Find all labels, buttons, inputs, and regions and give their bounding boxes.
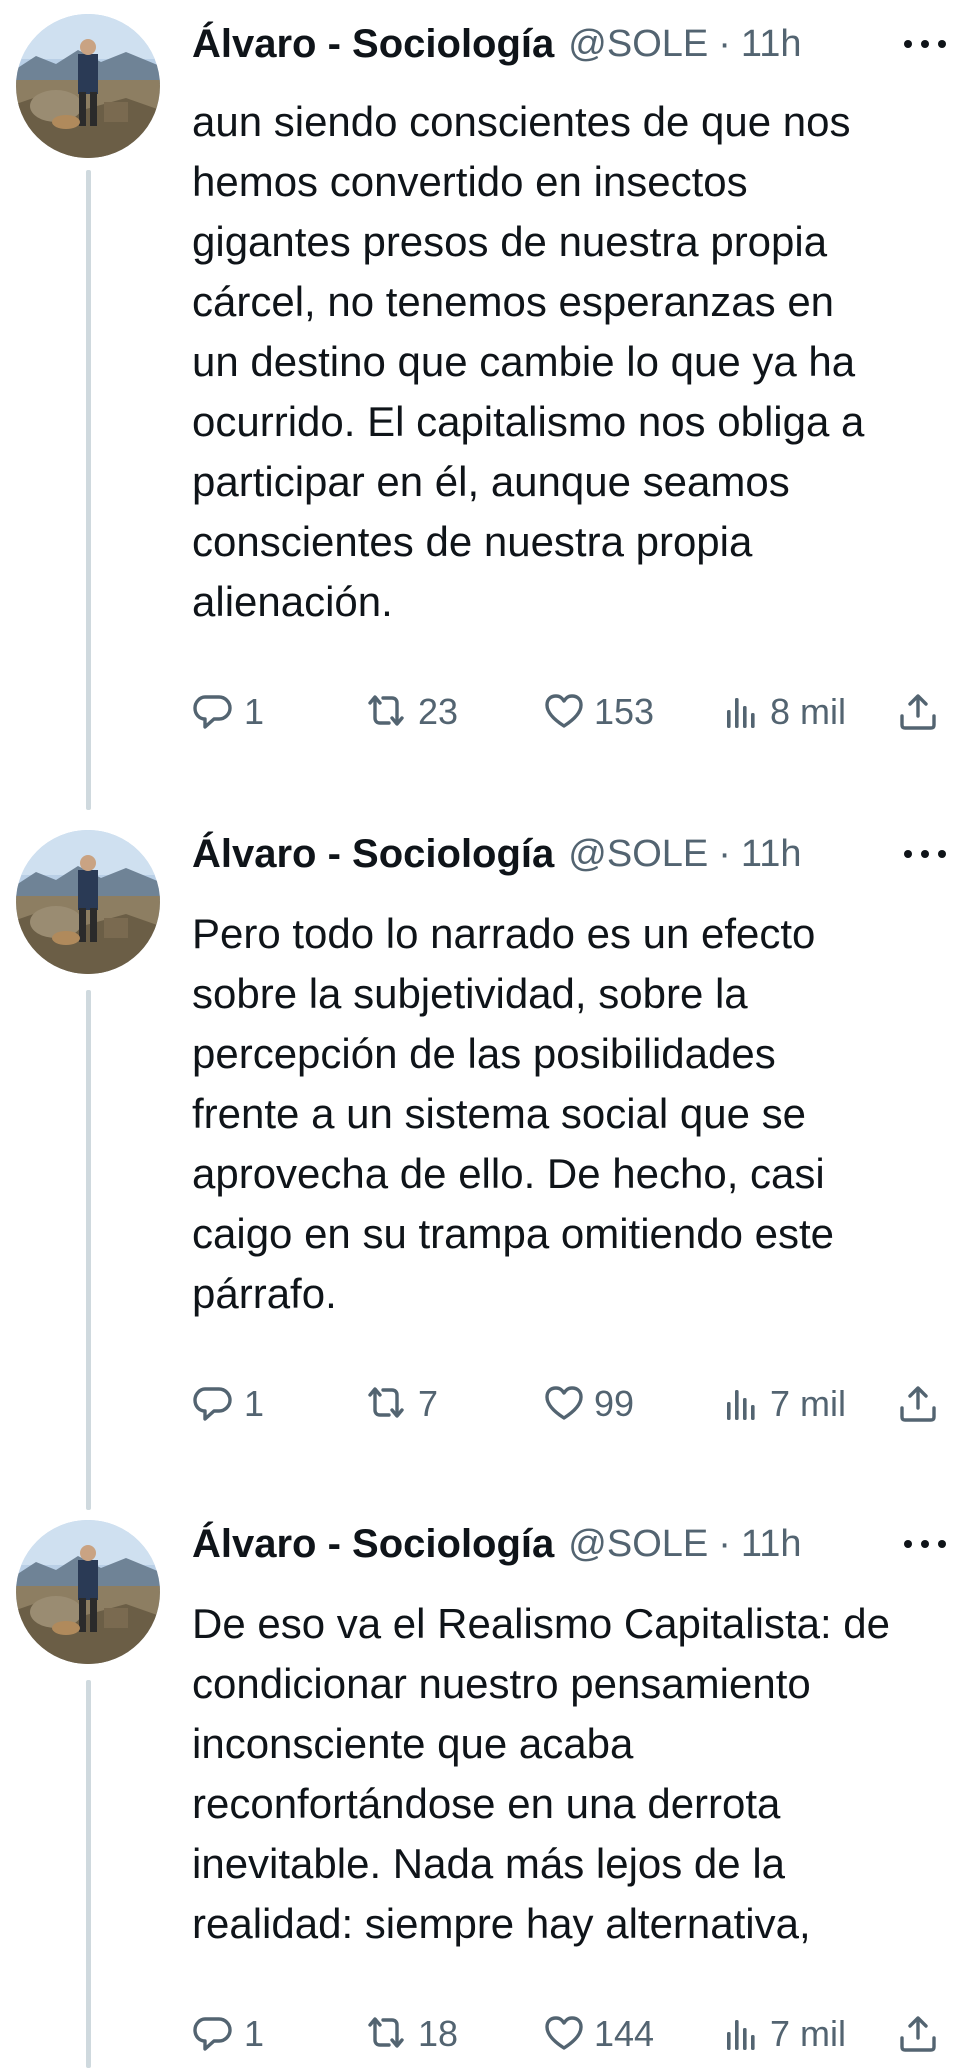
tweet-text-line: inevitable. Nada más lejos de la — [192, 1840, 786, 1887]
heart-icon — [545, 2016, 583, 2050]
tweet-header: Álvaro - Sociología @SOLE · 11h — [192, 824, 980, 884]
thread-connector-line — [86, 1680, 91, 2068]
separator-dot: · — [718, 22, 731, 65]
tweet-header: Álvaro - Sociología @SOLE · 11h — [192, 14, 980, 74]
tweet-text-line: De eso va el Realismo Capitalista: de — [192, 1600, 891, 1647]
share-button[interactable] — [898, 1374, 938, 1434]
action-bar: 1 23 153 8 mil — [192, 682, 962, 742]
retweet-button[interactable]: 18 — [364, 2004, 458, 2064]
retweet-arrows-icon — [368, 1387, 404, 1418]
tweet-text-line: realidad: siempre hay alternativa, — [192, 1900, 811, 1947]
like-button[interactable]: 144 — [544, 2004, 654, 2064]
reply-button[interactable]: 1 — [192, 1374, 264, 1434]
timestamp[interactable]: 11h — [741, 1523, 802, 1566]
share-button[interactable] — [898, 2004, 938, 2064]
share-upload-icon — [900, 694, 936, 730]
like-count: 99 — [594, 1383, 635, 1424]
reply-count: 1 — [244, 1383, 265, 1424]
tweet-text-line: Pero todo lo narrado es un efecto — [192, 910, 816, 957]
tweet-text: Pero todo lo narrado es un efecto sobre … — [192, 904, 972, 1324]
like-count: 144 — [594, 2013, 655, 2054]
tweet-text-line: percepción de las posibilidades — [192, 1030, 776, 1077]
separator-dot: · — [718, 1522, 731, 1565]
tweet[interactable]: Álvaro - Sociología @SOLE · 11h aun sien… — [0, 0, 980, 820]
tweet-text-line: sobre la subjetividad, sobre la — [192, 970, 748, 1017]
avatar[interactable] — [16, 1520, 160, 1664]
author-handle[interactable]: @SOLE — [568, 23, 708, 66]
tweet-text-line: inconsciente que acaba — [192, 1720, 634, 1767]
action-bar: 1 18 144 7 mil — [192, 2004, 962, 2064]
tweet-text-line: frente a un sistema social que se — [192, 1090, 807, 1137]
tweet-text-line: aun siendo conscientes de que nos — [192, 98, 851, 145]
tweet[interactable]: Álvaro - Sociología @SOLE · 11h Pero tod… — [0, 820, 980, 1510]
reply-button[interactable]: 1 — [192, 2004, 264, 2064]
tweet-text-line: cárcel, no tenemos esperanzas en — [192, 278, 835, 325]
tweet-text-line: párrafo. — [192, 1270, 337, 1317]
view-count: 7 mil — [770, 1383, 847, 1424]
avatar[interactable] — [16, 14, 160, 158]
tweet[interactable]: Álvaro - Sociología @SOLE · 11h De eso v… — [0, 1510, 980, 2068]
speech-bubble-icon — [193, 2017, 232, 2051]
retweet-button[interactable]: 7 — [364, 1374, 438, 1434]
author-name[interactable]: Álvaro - Sociología — [192, 1522, 554, 1567]
timestamp[interactable]: 11h — [741, 23, 802, 66]
retweet-button[interactable]: 23 — [364, 682, 458, 742]
author-name[interactable]: Álvaro - Sociología — [192, 22, 554, 67]
thread-connector-line — [86, 170, 91, 810]
share-button[interactable] — [898, 682, 938, 742]
like-button[interactable]: 99 — [544, 1374, 634, 1434]
views-button[interactable]: 7 mil — [724, 1374, 846, 1434]
more-dots-icon[interactable] — [900, 834, 950, 874]
heart-icon — [545, 694, 583, 728]
tweet-text-line: aprovecha de ello. De hecho, casi — [192, 1150, 825, 1197]
heart-icon — [545, 1386, 583, 1420]
share-upload-icon — [900, 1386, 936, 1422]
bar-chart-icon — [727, 2020, 755, 2050]
more-dots-icon[interactable] — [900, 1524, 950, 1564]
reply-count: 1 — [244, 2013, 265, 2054]
share-upload-icon — [900, 2016, 936, 2052]
tweet-text-line: condicionar nuestro pensamiento — [192, 1660, 811, 1707]
avatar[interactable] — [16, 830, 160, 974]
bar-chart-icon — [727, 698, 755, 728]
more-dots-icon[interactable] — [900, 24, 950, 64]
tweet-header: Álvaro - Sociología @SOLE · 11h — [192, 1514, 980, 1574]
author-handle[interactable]: @SOLE — [568, 833, 708, 876]
author-name[interactable]: Álvaro - Sociología — [192, 832, 554, 877]
retweet-count: 18 — [418, 2013, 459, 2054]
timestamp[interactable]: 11h — [741, 833, 802, 876]
view-count: 8 mil — [770, 691, 847, 732]
tweet-text-line: participar en él, aunque seamos — [192, 458, 790, 505]
views-button[interactable]: 7 mil — [724, 2004, 846, 2064]
tweet-text: aun siendo conscientes de que nos hemos … — [192, 92, 972, 632]
views-button[interactable]: 8 mil — [724, 682, 846, 742]
tweet-text-line: conscientes de nuestra propia — [192, 518, 753, 565]
thread-connector-line — [86, 990, 91, 1510]
tweet-text-line: alienación. — [192, 578, 393, 625]
tweet-text-line: gigantes presos de nuestra propia — [192, 218, 828, 265]
speech-bubble-icon — [193, 695, 232, 729]
reply-button[interactable]: 1 — [192, 682, 264, 742]
retweet-arrows-icon — [368, 2017, 404, 2048]
bar-chart-icon — [727, 1390, 755, 1420]
retweet-count: 23 — [418, 691, 459, 732]
separator-dot: · — [718, 832, 731, 875]
tweet-text-line: caigo en su trampa omitiendo este — [192, 1210, 835, 1257]
retweet-arrows-icon — [368, 695, 404, 726]
action-bar: 1 7 99 7 mil — [192, 1374, 962, 1434]
retweet-count: 7 — [418, 1383, 439, 1424]
speech-bubble-icon — [193, 1387, 232, 1421]
like-button[interactable]: 153 — [544, 682, 654, 742]
tweet-text-line: reconfortándose en una derrota — [192, 1780, 781, 1827]
tweet-text-line: ocurrido. El capitalismo nos obliga a — [192, 398, 865, 445]
reply-count: 1 — [244, 691, 265, 732]
view-count: 7 mil — [770, 2013, 847, 2054]
author-handle[interactable]: @SOLE — [568, 1523, 708, 1566]
tweet-text-line: hemos convertido en insectos — [192, 158, 748, 205]
tweet-text-line: un destino que cambie lo que ya ha — [192, 338, 856, 385]
tweet-text: De eso va el Realismo Capitalista: de co… — [192, 1594, 972, 1954]
like-count: 153 — [594, 691, 655, 732]
